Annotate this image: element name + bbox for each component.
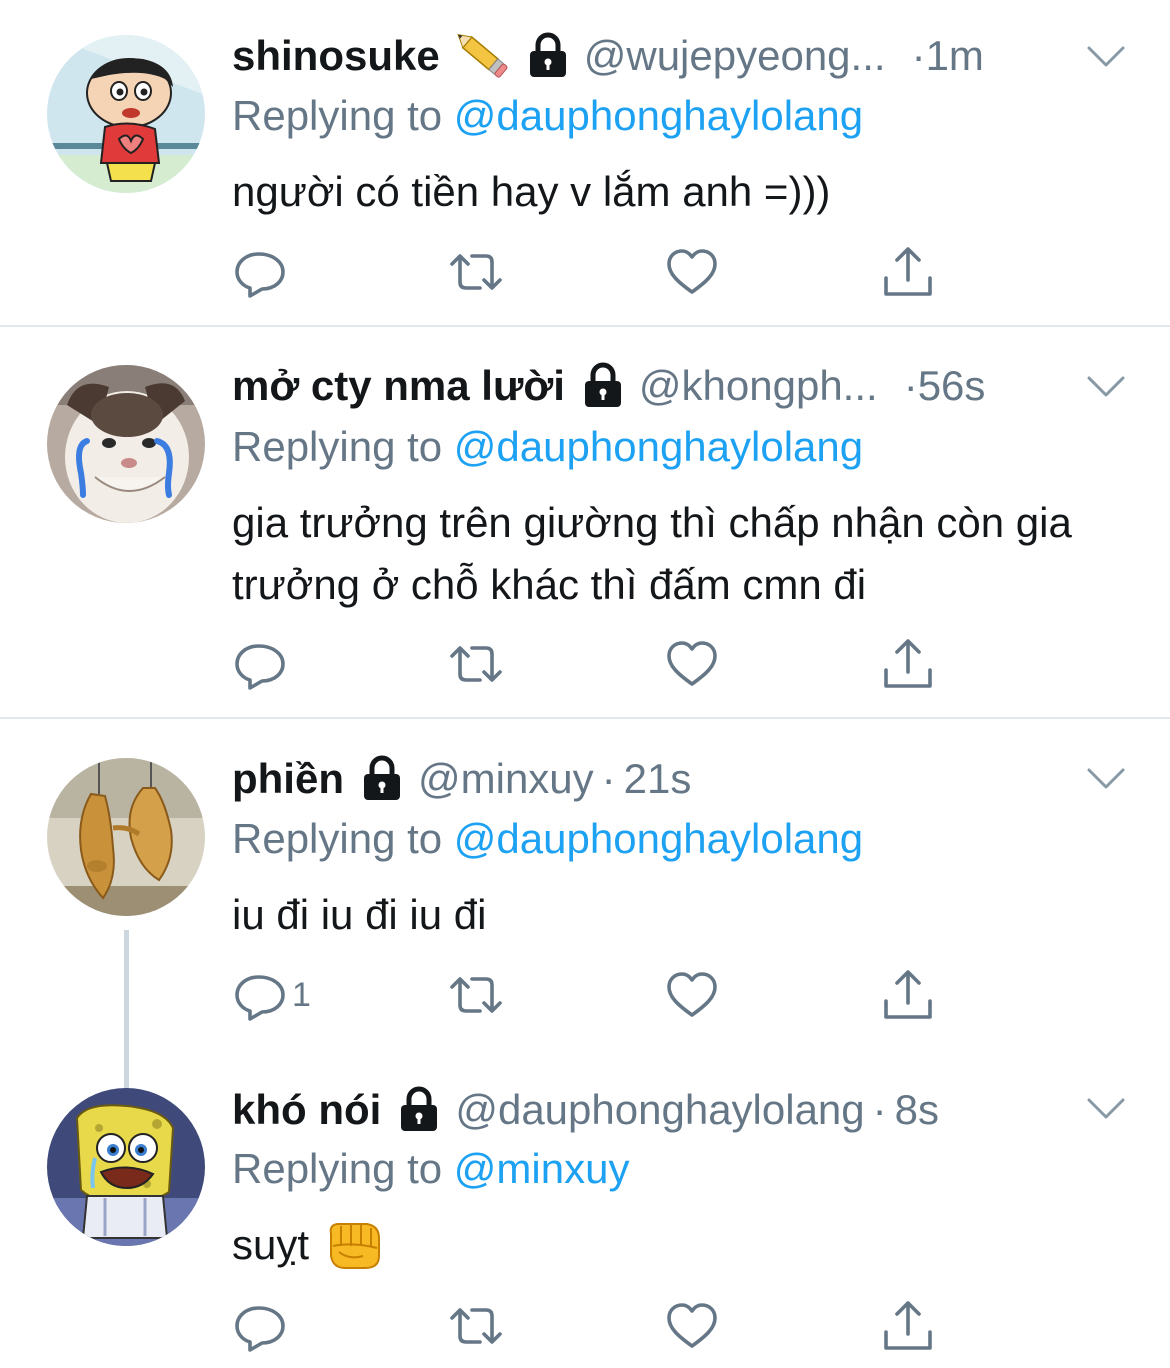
like-button[interactable]: [664, 244, 720, 300]
heart-icon: [667, 972, 717, 1017]
tweet-header: mở cty nma lười @khongph... · 56s: [232, 360, 985, 412]
replying-to-label: Replying to: [232, 423, 443, 470]
timestamp[interactable]: 21s: [624, 753, 692, 805]
retweet-icon: [450, 977, 502, 1013]
share-button[interactable]: [880, 244, 936, 300]
tweet-divider: [0, 325, 1170, 327]
action-bar: [232, 1298, 952, 1354]
chevron-down-icon[interactable]: [1086, 44, 1126, 70]
tweet-header: khó nói @dauphonghaylolang · 8s: [232, 1084, 939, 1136]
retweet-button[interactable]: [448, 967, 504, 1023]
reply-icon: [235, 1306, 285, 1352]
retweet-button[interactable]: [448, 636, 504, 692]
reply-count: 1: [292, 975, 311, 1014]
lock-icon: [397, 1084, 441, 1136]
share-button[interactable]: [880, 636, 936, 692]
chevron-down-icon[interactable]: [1086, 1096, 1126, 1122]
retweet-icon: [450, 254, 502, 290]
punch-emoji-icon: [323, 1216, 385, 1274]
replying-to-label: Replying to: [232, 815, 443, 862]
share-button[interactable]: [880, 1298, 936, 1354]
display-name[interactable]: mở cty nma lười: [232, 360, 565, 412]
action-bar: [232, 244, 952, 300]
tweet-header: shinosuke @wujepyeong... · 1m: [232, 30, 984, 82]
tweet-header: phiền @minxuy · 21s: [232, 753, 691, 805]
avatar[interactable]: [47, 758, 205, 916]
separator-dot: ·: [601, 755, 616, 802]
share-icon: [884, 247, 932, 296]
spongebob-avatar: [47, 1088, 205, 1246]
lock-icon: [581, 360, 625, 412]
chevron-down-icon[interactable]: [1086, 766, 1126, 792]
avatar[interactable]: [47, 1088, 205, 1246]
reply-icon: [235, 975, 285, 1021]
user-handle[interactable]: @dauphonghaylolang: [455, 1084, 864, 1136]
user-handle[interactable]: @khongph...: [639, 360, 878, 412]
tweet-text-container: suỵt: [232, 1214, 1132, 1276]
share-icon: [884, 639, 932, 688]
reply-to-mention[interactable]: @dauphonghaylolang: [454, 423, 863, 470]
user-handle[interactable]: @wujepyeong...: [584, 30, 886, 82]
lock-icon: [526, 30, 570, 82]
pencil-emoji-icon: [454, 30, 510, 82]
thread-connector: [124, 1072, 129, 1088]
like-button[interactable]: [664, 1298, 720, 1354]
separator-dot: ·: [872, 1086, 887, 1133]
heart-icon: [667, 249, 717, 294]
crying-cat-avatar: [47, 365, 205, 523]
timestamp[interactable]: 56s: [918, 360, 986, 412]
reply-to-mention[interactable]: @dauphonghaylolang: [454, 92, 863, 139]
replying-to: Replying to @dauphonghaylolang: [232, 421, 863, 473]
lock-icon: [360, 753, 404, 805]
tweet-divider: [0, 717, 1170, 719]
shinchan-avatar: [47, 35, 205, 193]
tweet-text: gia trưởng trên giường thì chấp nhận còn…: [232, 499, 1072, 608]
separator-dot: ·: [911, 32, 926, 79]
replying-to: Replying to @dauphonghaylolang: [232, 813, 863, 865]
avatar[interactable]: [47, 35, 205, 193]
reply-icon: [235, 252, 285, 298]
reply-to-mention[interactable]: @minxuy: [454, 1145, 630, 1192]
share-icon: [884, 970, 932, 1019]
retweet-button[interactable]: [448, 1298, 504, 1354]
reply-button[interactable]: [232, 1298, 292, 1354]
chevron-down-icon[interactable]: [1086, 374, 1126, 400]
heart-icon: [667, 641, 717, 686]
retweet-icon: [450, 1308, 502, 1344]
replying-to: Replying to @minxuy: [232, 1143, 629, 1195]
like-button[interactable]: [664, 636, 720, 692]
chicken-avatar: [47, 758, 205, 916]
reply-button[interactable]: [232, 636, 292, 692]
heart-icon: [667, 1303, 717, 1348]
replying-to-label: Replying to: [232, 1145, 443, 1192]
action-bar: [232, 636, 952, 692]
separator-dot: ·: [903, 362, 918, 409]
timestamp[interactable]: 1m: [926, 30, 984, 82]
retweet-button[interactable]: [448, 244, 504, 300]
replying-to: Replying to @dauphonghaylolang: [232, 90, 863, 142]
share-icon: [884, 1301, 932, 1350]
tweet-text: suỵt: [232, 1221, 310, 1268]
action-bar: 1: [232, 967, 952, 1023]
reply-button[interactable]: 1: [232, 967, 311, 1023]
avatar[interactable]: [47, 365, 205, 523]
timestamp[interactable]: 8s: [895, 1084, 939, 1136]
replying-to-label: Replying to: [232, 92, 443, 139]
thread-connector: [124, 930, 129, 1072]
like-button[interactable]: [664, 967, 720, 1023]
reply-icon: [235, 644, 285, 690]
reply-button[interactable]: [232, 244, 292, 300]
user-handle[interactable]: @minxuy: [418, 753, 594, 805]
tweet-text: người có tiền hay v lắm anh =))): [232, 168, 831, 215]
display-name[interactable]: shinosuke: [232, 30, 440, 82]
retweet-icon: [450, 646, 502, 682]
display-name[interactable]: khó nói: [232, 1084, 381, 1136]
share-button[interactable]: [880, 967, 936, 1023]
tweet-text: iu đi iu đi iu đi: [232, 891, 487, 938]
display-name[interactable]: phiền: [232, 753, 344, 805]
reply-to-mention[interactable]: @dauphonghaylolang: [454, 815, 863, 862]
